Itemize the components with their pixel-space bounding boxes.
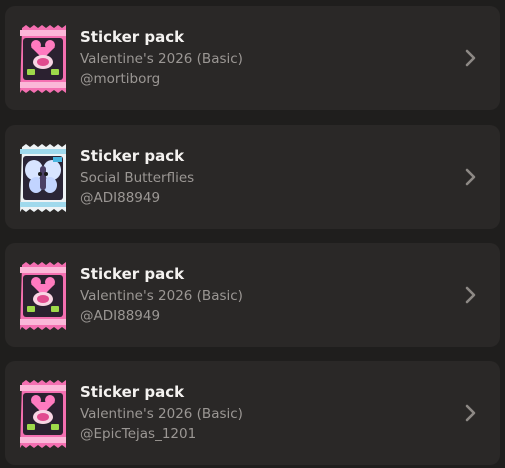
pack-title: Sticker pack (80, 28, 185, 46)
chevron-right-icon (465, 404, 476, 422)
pack-name: Valentine's 2026 (Basic) (80, 288, 243, 304)
pack-name: Valentine's 2026 (Basic) (80, 406, 243, 422)
chevron-right-icon (465, 49, 476, 67)
valentine-pack-icon (18, 380, 68, 448)
pack-author: @ADI88949 (80, 190, 161, 206)
sticker-pack-item[interactable]: Sticker pack Valentine's 2026 (Basic) @A… (5, 243, 500, 347)
valentine-pack-icon (18, 262, 68, 330)
sticker-pack-item[interactable]: Sticker pack Valentine's 2026 (Basic) @m… (5, 6, 500, 110)
pack-author: @ADI88949 (80, 308, 161, 324)
pack-title: Sticker pack (80, 147, 185, 165)
pack-author: @EpicTejas_1201 (80, 426, 197, 442)
chevron-right-icon (465, 286, 476, 304)
pack-author: @mortiborg (80, 71, 161, 87)
sticker-pack-list: Sticker pack Valentine's 2026 (Basic) @m… (0, 0, 505, 468)
sticker-pack-item[interactable]: Sticker pack Valentine's 2026 (Basic) @E… (5, 361, 500, 465)
sticker-pack-item[interactable]: Sticker pack Social Butterflies @ADI8894… (5, 125, 500, 229)
pack-title: Sticker pack (80, 383, 185, 401)
social-butterflies-pack-icon (18, 144, 68, 212)
pack-title: Sticker pack (80, 265, 185, 283)
chevron-right-icon (465, 168, 476, 186)
pack-name: Valentine's 2026 (Basic) (80, 51, 243, 67)
pack-name: Social Butterflies (80, 170, 195, 186)
valentine-pack-icon (18, 25, 68, 93)
